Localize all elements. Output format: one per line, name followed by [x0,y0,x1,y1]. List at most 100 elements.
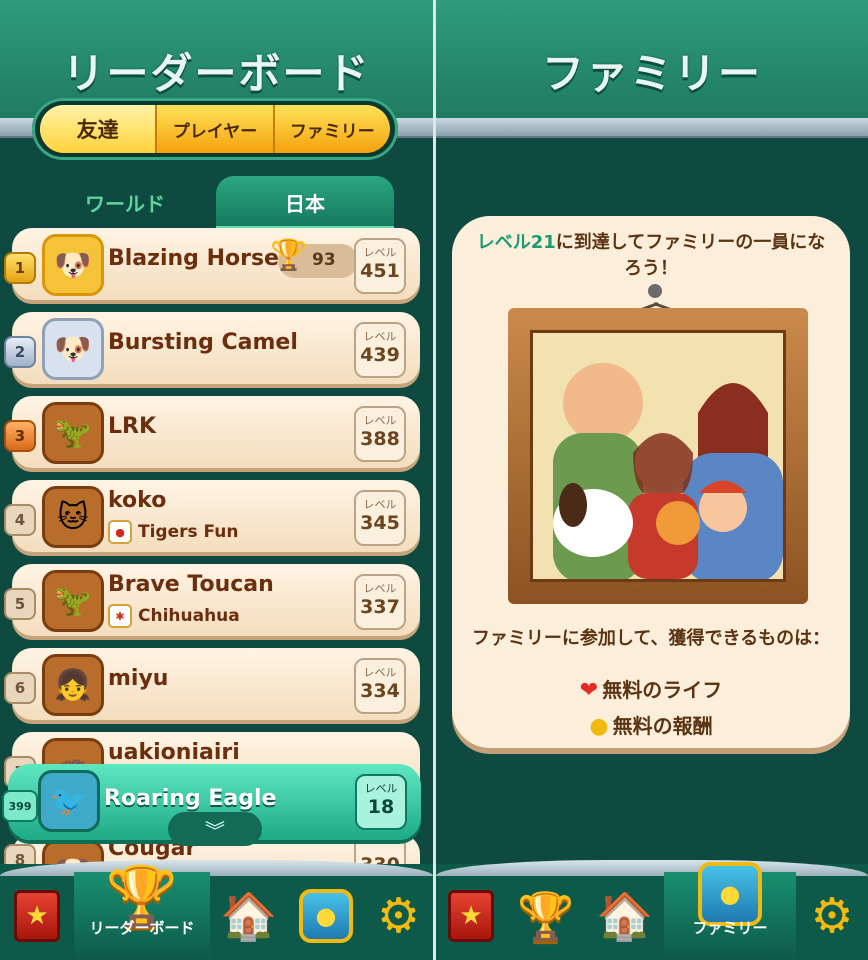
player-name: Brave Toucan [108,572,274,597]
family-badge-icon: ● [299,889,353,943]
level-badge: レベル 334 [354,658,406,714]
level-label: レベル [363,582,397,595]
team-name: ✱ Chihuahua [108,604,240,628]
trophy-icon: 🏆 [270,238,308,273]
paw-icon: ✱ [108,604,132,628]
level-value: 345 [360,512,400,534]
nav-family[interactable]: ● [288,872,364,960]
nav-settings[interactable]: ⚙ [796,872,868,960]
tab-players[interactable]: プレイヤー [155,105,272,153]
level-value: 334 [360,680,400,702]
house-icon: 🏠 [220,888,278,943]
level-value: 439 [360,344,400,366]
avatar: 🦖 [42,402,104,464]
player-name: koko [108,488,167,513]
level-value: 451 [360,260,400,282]
leaderboard-row[interactable]: 4 🐱 koko ● Tigers Fun レベル 345 [4,480,420,552]
nav-home[interactable]: 🏠 [210,872,288,960]
girl-icon: 👧 [54,667,92,703]
trophy-icon: 🏆 [517,888,575,943]
rank-badge: 3 [4,420,36,452]
rank-badge: 1 [4,252,36,284]
dinosaur-icon: 🦖 [54,415,92,451]
rank-badge: 2 [4,336,36,368]
level-label: レベル [364,782,398,795]
player-name: miyu [108,666,169,691]
benefit-label: 無料のライフ [602,678,723,702]
player-name: Roaring Eagle [104,786,277,811]
nav-label: リーダーボード [89,919,195,937]
page-title: リーダーボード [62,49,371,98]
scroll-down-button[interactable]: ︾ [168,812,262,846]
rank-badge: 399 [2,790,38,822]
cat-icon: 🐱 [57,499,89,535]
nav-label: ファミリー [692,919,768,937]
leaderboard-row[interactable]: 1 🐶 Blazing Horse 🏆 93 レベル 451 [4,228,420,300]
level-label: レベル [363,414,397,427]
nav-family[interactable]: ● ファミリー [664,862,796,960]
level-badge: レベル 388 [354,406,406,462]
leaderboard-segment-control: 友達 プレイヤー ファミリー [32,98,398,160]
level-label: レベル [363,666,397,679]
player-name: uakioniairi [108,740,240,765]
avatar: 🦖 [42,570,104,632]
dog-icon: 🐶 [54,331,92,367]
tab-japan[interactable]: 日本 [216,176,394,228]
heart-icon: ❤ [579,678,599,703]
house-icon: 🏠 [596,888,654,943]
nav-profile[interactable]: ★ [0,872,74,960]
star-book-icon: ★ [14,890,60,942]
picture-hook [648,284,662,298]
player-name: LRK [108,414,157,439]
rank-badge: 5 [4,588,36,620]
rank-badge: 4 [4,504,36,536]
avatar: 🐦 [38,770,100,832]
gear-icon: ⚙ [810,888,854,944]
nav-home[interactable]: 🏠 [586,872,664,960]
family-screen: ファミリー レベル21に到達してファミリーの一員になろう！ ファミリーに参加して… [436,0,868,960]
benefits-heading: ファミリーに参加して、獲得できるものは： [471,628,831,649]
dog-icon: 🐶 [54,247,92,283]
team-flag-icon: ● [108,520,132,544]
gear-icon: ⚙ [376,888,421,944]
family-illustration [533,333,783,579]
dinosaur-icon: 🦖 [54,583,92,619]
trophy-counter: 🏆 93 [270,238,358,278]
benefit-item: ❤ 無料のライフ [452,674,850,703]
leaderboard-row[interactable]: 2 🐶 Bursting Camel レベル 439 [4,312,420,384]
level-value: 388 [360,428,400,450]
team-name: ● Tigers Fun [108,520,239,544]
bird-icon: 🐦 [50,783,88,819]
nav-profile[interactable]: ★ [436,872,506,960]
team-label: Tigers Fun [138,522,239,542]
leaderboard-row[interactable]: 6 👧 miyu レベル 334 [4,648,420,720]
avatar: 🐱 [42,486,104,548]
card-title: レベル21に到達してファミリーの一員になろう！ [476,230,826,282]
header-divider [436,118,868,138]
level-label: レベル [363,246,397,259]
trophy-count: 93 [312,250,336,270]
leaderboard-row[interactable]: 3 🦖 LRK レベル 388 [4,396,420,468]
leaderboard-row[interactable]: 5 🦖 Brave Toucan ✱ Chihuahua レベル 337 [4,564,420,636]
benefit-label: 無料の報酬 [612,714,713,738]
family-header: ファミリー [436,0,868,118]
nav-settings[interactable]: ⚙ [364,872,433,960]
level-badge: レベル 337 [354,574,406,630]
leaderboard-screen: リーダーボード 友達 プレイヤー ファミリー ワールド 日本 1 🐶 Blazi… [0,0,433,960]
family-invite-card: レベル21に到達してファミリーの一員になろう！ ファミリーに参加して、獲得できる… [452,216,850,748]
tab-friends[interactable]: 友達 [40,105,156,153]
tab-world[interactable]: ワールド [40,176,210,228]
nav-leaderboard[interactable]: 🏆 リーダーボード [74,862,210,960]
family-portrait [530,330,786,582]
level-requirement: レベル21 [476,232,556,253]
card-title-text: に到達してファミリーの一員になろう！ [555,232,826,279]
avatar: 🐶 [42,234,104,296]
level-value: 18 [367,796,395,818]
bottom-nav: ★ 🏆 🏠 ● ファミリー ⚙ [436,860,868,960]
tab-family[interactable]: ファミリー [272,105,390,153]
avatar: 👧 [42,654,104,716]
coin-icon: ● [589,714,609,739]
page-title: ファミリー [541,49,762,98]
nav-leaderboard[interactable]: 🏆 [506,872,586,960]
chevron-double-down-icon: ︾ [205,818,225,843]
